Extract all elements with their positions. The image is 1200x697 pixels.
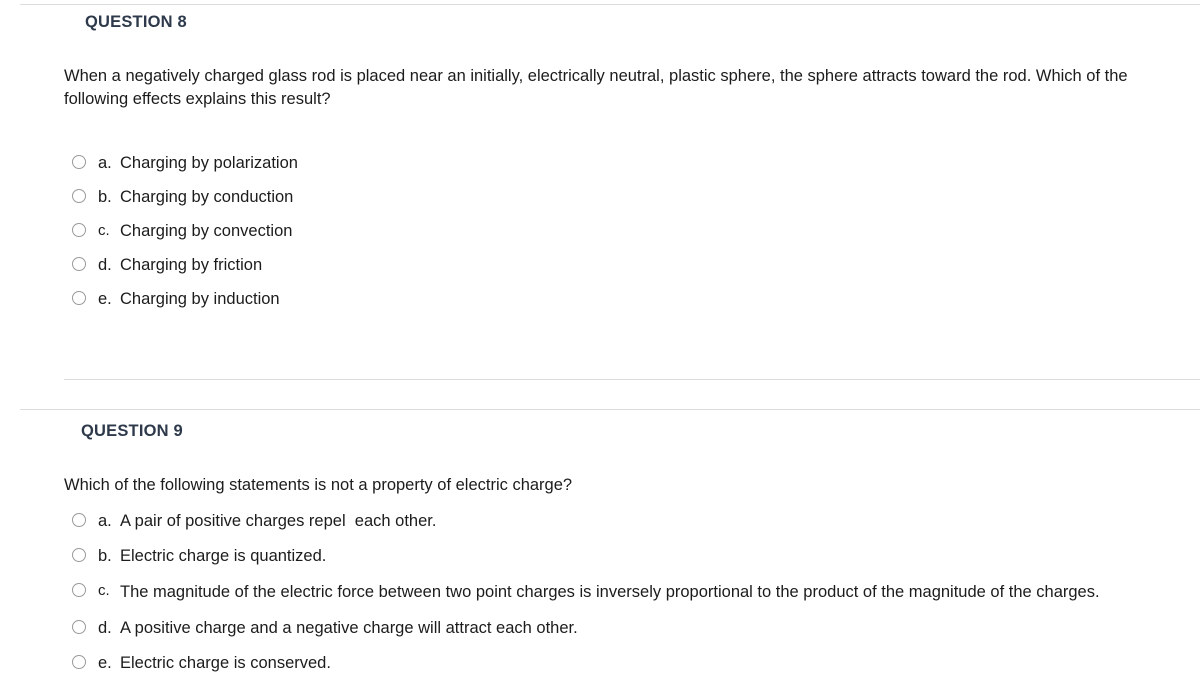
question-9-top-divider	[20, 409, 1200, 410]
radio-button-icon[interactable]	[72, 620, 86, 634]
question-8-bottom-divider	[64, 379, 1200, 380]
option-label: Charging by induction	[120, 290, 280, 308]
option-8-a[interactable]: a. Charging by polarization	[72, 152, 298, 174]
option-letter: a.	[98, 512, 112, 530]
option-letter: b.	[98, 188, 112, 206]
option-letter: a.	[98, 154, 112, 172]
option-9-a[interactable]: a. A pair of positive charges repel each…	[72, 510, 1100, 532]
quiz-page: QUESTION 8 When a negatively charged gla…	[0, 0, 1200, 697]
question-9-options: a. A pair of positive charges repel each…	[72, 510, 1100, 687]
question-9-text: Which of the following statements is not…	[64, 476, 573, 494]
option-label: Electric charge is quantized.	[120, 547, 327, 565]
question-8-header: QUESTION 8	[85, 13, 187, 31]
radio-button-icon[interactable]	[72, 548, 86, 562]
option-8-d[interactable]: d. Charging by friction	[72, 254, 298, 276]
option-letter: c.	[98, 582, 110, 599]
option-label: Charging by conduction	[120, 188, 294, 206]
option-letter: e.	[98, 290, 112, 308]
radio-button-icon[interactable]	[72, 189, 86, 203]
radio-button-icon[interactable]	[72, 223, 86, 237]
option-label: Charging by friction	[120, 256, 263, 274]
option-letter: c.	[98, 222, 110, 239]
question-8-text: When a negatively charged glass rod is p…	[64, 67, 1128, 108]
radio-button-icon[interactable]	[72, 513, 86, 527]
option-letter: d.	[98, 256, 112, 274]
option-label: A positive charge and a negative charge …	[120, 619, 578, 637]
option-letter: e.	[98, 654, 112, 672]
option-9-c[interactable]: c. The magnitude of the electric force b…	[72, 580, 1100, 604]
option-letter: d.	[98, 619, 112, 637]
question-9-header: QUESTION 9	[81, 422, 183, 440]
option-9-b[interactable]: b. Electric charge is quantized.	[72, 545, 1100, 567]
option-8-b[interactable]: b. Charging by conduction	[72, 186, 298, 208]
page-top-divider	[20, 4, 1200, 5]
radio-button-icon[interactable]	[72, 155, 86, 169]
option-label: Charging by convection	[120, 222, 293, 240]
option-label: A pair of positive charges repel each ot…	[120, 512, 437, 530]
option-8-c[interactable]: c. Charging by convection	[72, 220, 298, 242]
radio-button-icon[interactable]	[72, 655, 86, 669]
option-8-e[interactable]: e. Charging by induction	[72, 288, 298, 310]
option-label: The magnitude of the electric force betw…	[120, 583, 1100, 601]
radio-button-icon[interactable]	[72, 257, 86, 271]
radio-button-icon[interactable]	[72, 583, 86, 597]
option-letter: b.	[98, 547, 112, 565]
option-9-e[interactable]: e. Electric charge is conserved.	[72, 652, 1100, 674]
option-9-d[interactable]: d. A positive charge and a negative char…	[72, 617, 1100, 639]
option-label: Electric charge is conserved.	[120, 654, 331, 672]
option-label: Charging by polarization	[120, 154, 298, 172]
question-8-options: a. Charging by polarization b. Charging …	[72, 152, 298, 322]
radio-button-icon[interactable]	[72, 291, 86, 305]
